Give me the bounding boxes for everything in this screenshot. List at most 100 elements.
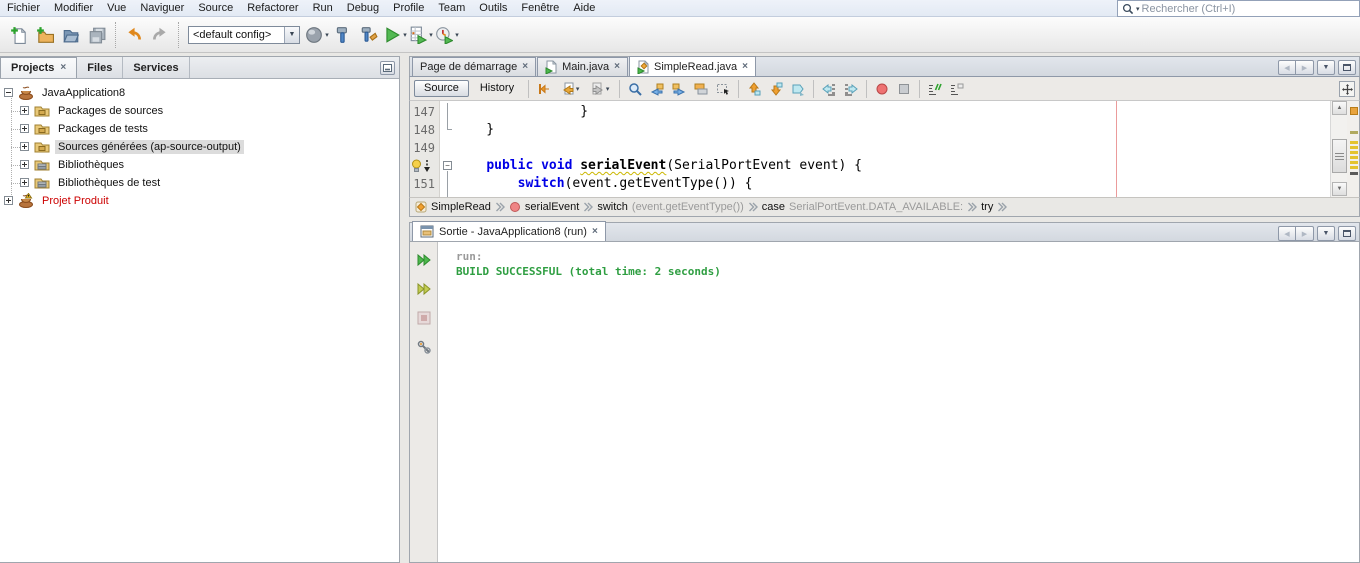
navigate-back-button[interactable]: ▾ (556, 79, 584, 99)
error-stripe[interactable] (1347, 101, 1359, 197)
menu-item-modifier[interactable]: Modifier (47, 2, 100, 14)
forward-history-caret-icon[interactable]: ▾ (606, 85, 610, 93)
next-bookmark-button[interactable] (766, 79, 786, 99)
tab-main-java[interactable]: Main.java × (537, 57, 628, 76)
menu-item-profile[interactable]: Profile (386, 2, 431, 14)
tab-projects[interactable]: Projects × (0, 57, 78, 78)
breadcrumb-try-block[interactable]: try (981, 201, 993, 213)
new-project-button[interactable] (32, 21, 58, 49)
config-combobox-arrow-icon[interactable]: ▼ (284, 26, 299, 43)
menu-item-vue[interactable]: Vue (100, 2, 133, 14)
toggle-bookmark-button[interactable] (788, 79, 808, 99)
previous-bookmark-button[interactable] (744, 79, 764, 99)
tab-files[interactable]: Files (77, 57, 124, 78)
search-input[interactable] (1141, 2, 1355, 15)
minimize-panel-button[interactable] (380, 61, 395, 75)
breadcrumb-chevron-icon[interactable] (997, 201, 1008, 213)
source-view-button[interactable]: Source (414, 80, 469, 97)
scroll-tabs-right-button[interactable]: ▶ (1296, 60, 1314, 75)
close-icon[interactable]: × (522, 62, 528, 72)
tree-item-sources-generees[interactable]: Sources générées (ap-source-output) (20, 138, 244, 155)
shift-line-left-button[interactable] (819, 79, 839, 99)
code-editor[interactable]: 147 148 149 151 − } } public void serial… (409, 101, 1360, 197)
last-edit-location-button[interactable] (534, 79, 554, 99)
breadcrumb-class[interactable]: SimpleRead (415, 201, 491, 213)
rerun-with-different-parameters-button[interactable] (414, 279, 434, 299)
menu-item-source[interactable]: Source (191, 2, 240, 14)
expand-icon[interactable] (20, 160, 29, 169)
collapse-icon[interactable] (4, 88, 13, 97)
expand-icon[interactable] (4, 196, 13, 205)
warning-mark[interactable] (1350, 146, 1358, 149)
menu-item-naviguer[interactable]: Naviguer (133, 2, 191, 14)
tree-item-javaapplication8[interactable]: JavaApplication8 (4, 84, 128, 101)
uncomment-button[interactable] (947, 79, 967, 99)
menu-item-fichier[interactable]: Fichier (0, 2, 47, 14)
close-icon[interactable]: × (742, 61, 748, 71)
breadcrumb-switch-block[interactable]: switch (event.getEventType()) (597, 201, 743, 213)
config-combobox[interactable]: <default config> ▼ (188, 25, 300, 44)
tree-item-bibliotheques-de-test[interactable]: Bibliothèques de test (20, 174, 163, 191)
history-view-button[interactable]: History (471, 81, 523, 96)
debug-project-button[interactable]: ▾ (408, 21, 434, 49)
scroll-tabs-right-button[interactable]: ▶ (1296, 226, 1314, 241)
tree-item-packages-de-tests[interactable]: Packages de tests (20, 120, 151, 137)
tab-services[interactable]: Services (123, 57, 190, 78)
undo-button[interactable] (121, 21, 147, 49)
code-fold-margin[interactable]: − (441, 101, 455, 197)
tab-page-de-demarrage[interactable]: Page de démarrage × (412, 57, 537, 76)
warning-mark[interactable] (1350, 166, 1358, 169)
breadcrumb-chevron-icon[interactable] (967, 201, 978, 213)
ant-settings-button[interactable] (414, 337, 434, 357)
output-console[interactable]: run: BUILD SUCCESSFUL (total time: 2 sec… (409, 242, 1360, 563)
expand-icon[interactable] (20, 106, 29, 115)
split-document-button[interactable] (1339, 81, 1355, 97)
quick-search-box[interactable]: ▾ (1117, 0, 1360, 17)
annotation-glyphs[interactable] (411, 157, 431, 175)
editor-vertical-scrollbar[interactable]: ▲ ▼ (1330, 101, 1347, 197)
tab-list-dropdown-button[interactable]: ▼ (1317, 60, 1335, 75)
close-icon[interactable]: × (60, 63, 66, 73)
stop-macro-recording-button[interactable] (894, 79, 914, 99)
scrollbar-thumb[interactable] (1332, 139, 1347, 173)
shift-line-right-button[interactable] (841, 79, 861, 99)
deploy-caret-icon[interactable]: ▾ (325, 31, 329, 39)
maximize-window-button[interactable] (1338, 60, 1356, 75)
clean-and-build-button[interactable] (356, 21, 382, 49)
redo-button[interactable] (147, 21, 173, 49)
navigate-forward-button[interactable]: ▾ (586, 79, 614, 99)
tab-simpleread-java[interactable]: SimpleRead.java × (629, 56, 756, 76)
maximize-window-button[interactable] (1338, 226, 1356, 241)
menu-item-fenetre[interactable]: Fenêtre (514, 2, 566, 14)
scroll-down-button[interactable]: ▼ (1332, 182, 1347, 196)
tab-output-sortie[interactable]: Sortie - JavaApplication8 (run) × (412, 221, 606, 241)
scroll-tabs-left-button[interactable]: ◀ (1278, 226, 1296, 241)
run-caret-icon[interactable]: ▾ (403, 31, 407, 39)
warning-mark[interactable] (1350, 141, 1358, 144)
breadcrumb-case-block[interactable]: case SerialPortEvent.DATA_AVAILABLE: (762, 201, 963, 213)
start-macro-recording-button[interactable] (872, 79, 892, 99)
close-icon[interactable]: × (592, 226, 598, 236)
tree-item-packages-de-sources[interactable]: Packages de sources (20, 102, 166, 119)
breadcrumb-chevron-icon[interactable] (583, 201, 594, 213)
find-selection-button[interactable] (625, 79, 645, 99)
warning-mark[interactable] (1350, 161, 1358, 164)
build-project-button[interactable] (330, 21, 356, 49)
warning-mark[interactable] (1350, 151, 1358, 154)
deploy-button[interactable]: ▾ (304, 21, 330, 49)
warning-mark[interactable] (1350, 131, 1358, 134)
menu-item-outils[interactable]: Outils (472, 2, 514, 14)
save-all-button[interactable] (84, 21, 110, 49)
stop-build-button[interactable] (414, 308, 434, 328)
overridden-method-arrow-icon[interactable] (423, 159, 431, 173)
suggestion-lightbulb-icon[interactable] (411, 159, 422, 173)
expand-icon[interactable] (20, 178, 29, 187)
profile-project-button[interactable]: ▾ (434, 21, 460, 49)
menu-item-debug[interactable]: Debug (340, 2, 386, 14)
expand-icon[interactable] (20, 142, 29, 151)
tree-item-bibliotheques[interactable]: Bibliothèques (20, 156, 127, 173)
search-scope-caret-icon[interactable]: ▾ (1136, 5, 1140, 13)
breadcrumb-chevron-icon[interactable] (495, 201, 505, 213)
breadcrumb-method[interactable]: serialEvent (509, 201, 579, 213)
menu-item-team[interactable]: Team (431, 2, 472, 14)
